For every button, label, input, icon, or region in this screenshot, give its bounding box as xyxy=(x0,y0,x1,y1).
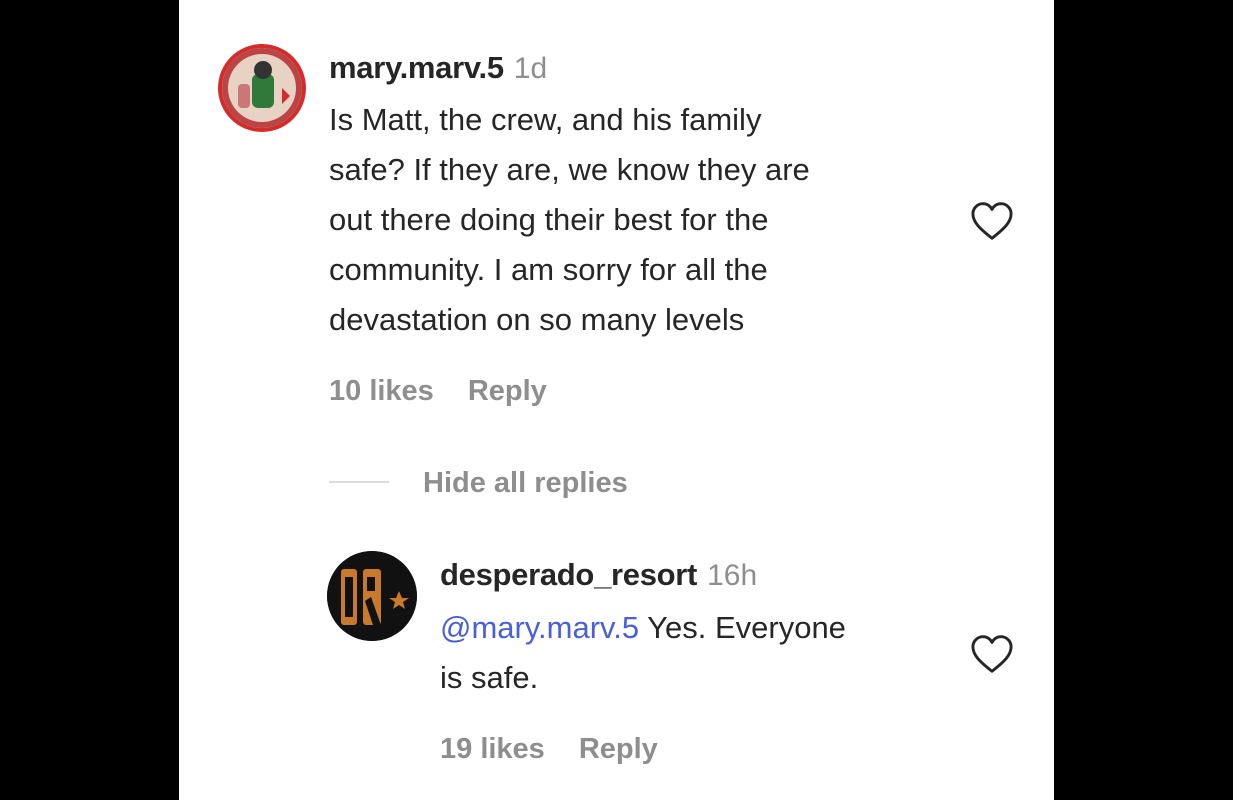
replies-divider xyxy=(329,481,389,483)
heart-outline-icon xyxy=(971,635,1013,673)
avatar-mary-marv[interactable] xyxy=(218,44,306,132)
like-reply-button[interactable] xyxy=(970,634,1014,679)
comment-likes[interactable]: 10 likes xyxy=(329,375,434,407)
comment-text: Is Matt, the crew, and his family safe? … xyxy=(329,95,949,345)
reply-text-part: Yes. Everyone xyxy=(639,610,846,645)
reply-line: @mary.marv.5 Yes. Everyone xyxy=(440,603,950,653)
avatar-image xyxy=(327,551,417,641)
comment-line: devastation on so many levels xyxy=(329,302,745,337)
comment-meta: 10 likes Reply xyxy=(329,375,581,408)
comment-line: Is Matt, the crew, and his family xyxy=(329,102,762,137)
comment-time: 1d xyxy=(513,52,548,85)
comment-line: safe? If they are, we know they are xyxy=(329,152,810,187)
comment-line: out there doing their best for the xyxy=(329,202,769,237)
comment-reply-button[interactable]: Reply xyxy=(468,375,547,407)
reply-meta: 19 likes Reply xyxy=(440,733,692,766)
reply-likes[interactable]: 19 likes xyxy=(440,733,545,765)
reply-time: 16h xyxy=(707,559,758,592)
mention-link[interactable]: @mary.marv.5 xyxy=(440,610,639,645)
comment-line: community. I am sorry for all the xyxy=(329,252,768,287)
hide-replies-button[interactable]: Hide all replies xyxy=(423,467,628,500)
reply-header: desperado_resort 16h xyxy=(440,557,757,593)
reply-text: @mary.marv.5 Yes. Everyone is safe. xyxy=(440,603,950,703)
heart-outline-icon xyxy=(971,202,1013,240)
reply-username[interactable]: desperado_resort xyxy=(440,557,697,592)
comments-panel: mary.marv.5 1d Is Matt, the crew, and his… xyxy=(179,0,1054,800)
reply-line: is safe. xyxy=(440,660,539,695)
reply-reply-button[interactable]: Reply xyxy=(579,733,658,765)
like-comment-button[interactable] xyxy=(970,201,1014,246)
avatar-desperado-resort[interactable] xyxy=(327,551,417,641)
avatar-image xyxy=(222,48,302,128)
comment-username[interactable]: mary.marv.5 xyxy=(329,50,504,85)
comment-header: mary.marv.5 1d xyxy=(329,50,547,86)
